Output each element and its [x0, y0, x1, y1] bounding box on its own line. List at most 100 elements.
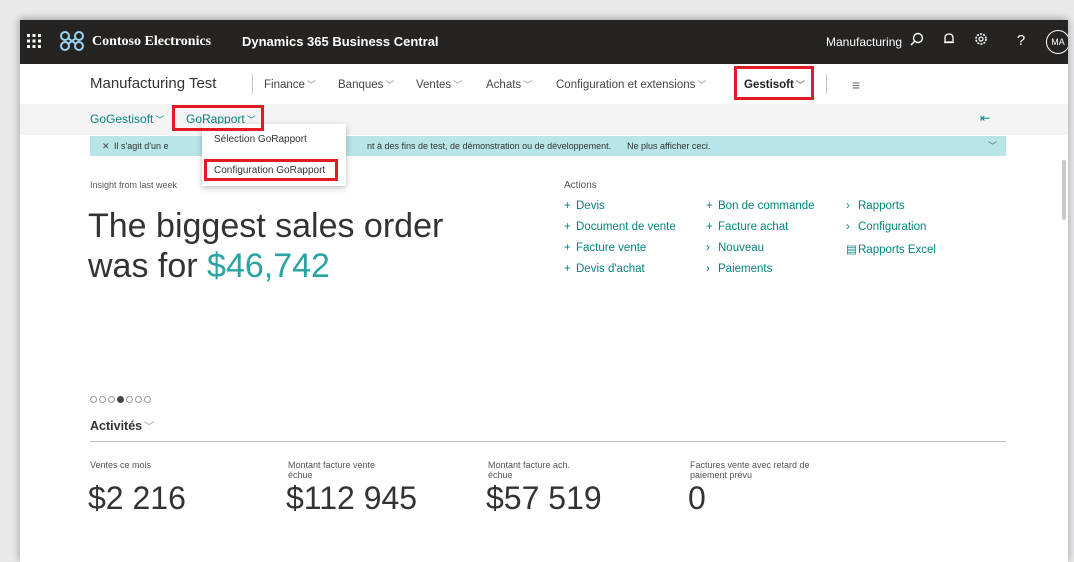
highlight-gorapport [172, 105, 264, 131]
action-bon-de-commande[interactable]: + Bon de commande [706, 200, 815, 212]
chevron-down-icon: ﹀ [306, 80, 316, 90]
pager-dot[interactable] [126, 396, 133, 403]
action-label: Devis [576, 200, 605, 212]
action-devis-achat[interactable]: + Devis d'achat [564, 263, 645, 275]
pager-dot[interactable] [135, 396, 142, 403]
tile-label: Ventes ce mois [90, 460, 152, 470]
chevron-right-icon: › [706, 263, 710, 275]
chevron-down-icon: ﹀ [155, 115, 165, 125]
nav-item-achats[interactable]: Achats ﹀ [486, 78, 532, 91]
highlight-configuration-gorapport [204, 159, 338, 181]
chevron-right-icon: › [846, 200, 850, 212]
insight-label: Insight from last week [90, 180, 178, 190]
nav-divider [826, 74, 827, 94]
product-name[interactable]: Dynamics 365 Business Central [242, 34, 439, 49]
plus-icon: + [564, 200, 571, 212]
tile-label: Montant facture vente échue [288, 460, 376, 480]
action-label: Nouveau [718, 242, 765, 254]
plus-icon: + [564, 242, 571, 254]
action-configuration[interactable]: › Configuration [846, 221, 926, 233]
action-facture-vente[interactable]: + Facture vente [564, 242, 646, 254]
action-paiements[interactable]: › Paiements [706, 263, 772, 275]
page-bottom-area [20, 511, 1068, 562]
action-document-de-vente[interactable]: + Document de vente [564, 221, 676, 233]
notification-bell-icon[interactable] [940, 32, 958, 50]
nav-item-label: Banques [338, 79, 384, 91]
pager-dot[interactable] [144, 396, 151, 403]
headline-insight: The biggest sales order was for $46,742 [88, 206, 443, 286]
tile-label: Montant facture ach. échue [488, 460, 571, 480]
search-icon[interactable] [908, 32, 926, 50]
company-brand: Contoso Electronics [92, 34, 212, 49]
plus-icon: + [706, 221, 713, 233]
chevron-down-icon: ﹀ [523, 80, 533, 90]
business-central-window: Contoso Electronics Dynamics 365 Busines… [20, 20, 1068, 562]
pager-dot[interactable] [90, 396, 97, 403]
headline-amount[interactable]: $46,742 [207, 247, 330, 285]
plus-icon: + [564, 221, 571, 233]
vertical-scrollbar[interactable] [1062, 160, 1066, 220]
close-icon[interactable]: ✕ [102, 136, 110, 156]
nav-item-label: Finance [264, 79, 305, 91]
activities-title[interactable]: Activités ﹀ [90, 418, 154, 433]
chevron-down-icon: ﹀ [453, 80, 463, 90]
highlight-gestisoft [734, 66, 814, 100]
action-rapports-excel[interactable]: ▤Rapports Excel [846, 242, 936, 256]
activities-label: Activités [90, 419, 143, 433]
nav-item-label: Ventes [416, 79, 452, 91]
nav-item-finance[interactable]: Finance ﹀ [264, 78, 316, 91]
pin-icon[interactable]: ⇤ [980, 111, 990, 125]
plus-icon: + [564, 263, 571, 275]
action-label: Facture vente [576, 242, 647, 254]
role-center-title[interactable]: Manufacturing Test [90, 75, 216, 92]
dismiss-link[interactable]: Ne plus afficher ceci. [627, 136, 710, 156]
headline-prefix: was for [88, 247, 208, 285]
excel-report-icon: ▤ [846, 244, 857, 256]
action-label: Configuration [858, 221, 927, 233]
subnav-label: GoGestisoft [90, 112, 154, 126]
nav-item-label: Configuration et extensions [556, 79, 696, 91]
action-label: Document de vente [576, 221, 676, 233]
menu-item-selection-gorapport[interactable]: Sélection GoRapport [214, 134, 307, 145]
action-label: Facture achat [718, 221, 789, 233]
notification-text-start: Il s'agit d'un e [114, 141, 169, 151]
current-company[interactable]: Manufacturing [826, 35, 902, 49]
headline-line-1: The biggest sales order [88, 207, 444, 245]
app-top-bar: Contoso Electronics Dynamics 365 Busines… [20, 20, 1068, 64]
chevron-right-icon: › [706, 242, 710, 254]
nav-item-configuration-extensions[interactable]: Configuration et extensions ﹀ [556, 78, 706, 91]
contoso-logo-icon [60, 31, 84, 51]
user-avatar[interactable]: MA [1046, 30, 1068, 54]
action-nouveau[interactable]: › Nouveau [706, 242, 764, 254]
hamburger-menu-icon[interactable]: ≡ [852, 77, 860, 93]
action-label: Bon de commande [718, 200, 815, 212]
actions-title: Actions [564, 180, 597, 191]
nav-item-ventes[interactable]: Ventes ﹀ [416, 78, 462, 91]
navigation-bar: Manufacturing Test Finance ﹀ Banques ﹀ Ven… [20, 64, 1068, 105]
chevron-down-icon: ﹀ [385, 80, 395, 90]
pager-dot[interactable] [99, 396, 106, 403]
carousel-pager [90, 390, 153, 408]
nav-divider [252, 74, 253, 94]
action-facture-achat[interactable]: + Facture achat [706, 221, 788, 233]
pager-dot-active[interactable] [117, 396, 124, 403]
action-label: Devis d'achat [576, 263, 645, 275]
activities-divider [90, 441, 1006, 442]
action-label: Rapports [858, 200, 905, 212]
nav-item-banques[interactable]: Banques ﹀ [338, 78, 394, 91]
notification-text-end: nt à des fins de test, de démonstration … [367, 141, 612, 151]
headline-line-2: was for $46,742 [88, 246, 443, 286]
action-label: Rapports Excel [858, 244, 936, 256]
action-rapports[interactable]: › Rapports [846, 200, 905, 212]
subnav-gogestisoft[interactable]: GoGestisoft ﹀ [90, 112, 164, 126]
app-launcher-icon[interactable] [26, 33, 42, 49]
plus-icon: + [706, 200, 713, 212]
chevron-down-icon: ﹀ [144, 422, 155, 433]
pager-dot[interactable] [108, 396, 115, 403]
settings-gear-icon[interactable] [972, 32, 990, 50]
action-label: Paiements [718, 263, 773, 275]
action-devis[interactable]: + Devis [564, 200, 605, 212]
chevron-down-icon[interactable]: ﹀ [988, 136, 997, 156]
help-icon[interactable]: ? [1012, 32, 1030, 50]
tile-label: Factures vente avec retard de paiement p… [690, 460, 810, 480]
